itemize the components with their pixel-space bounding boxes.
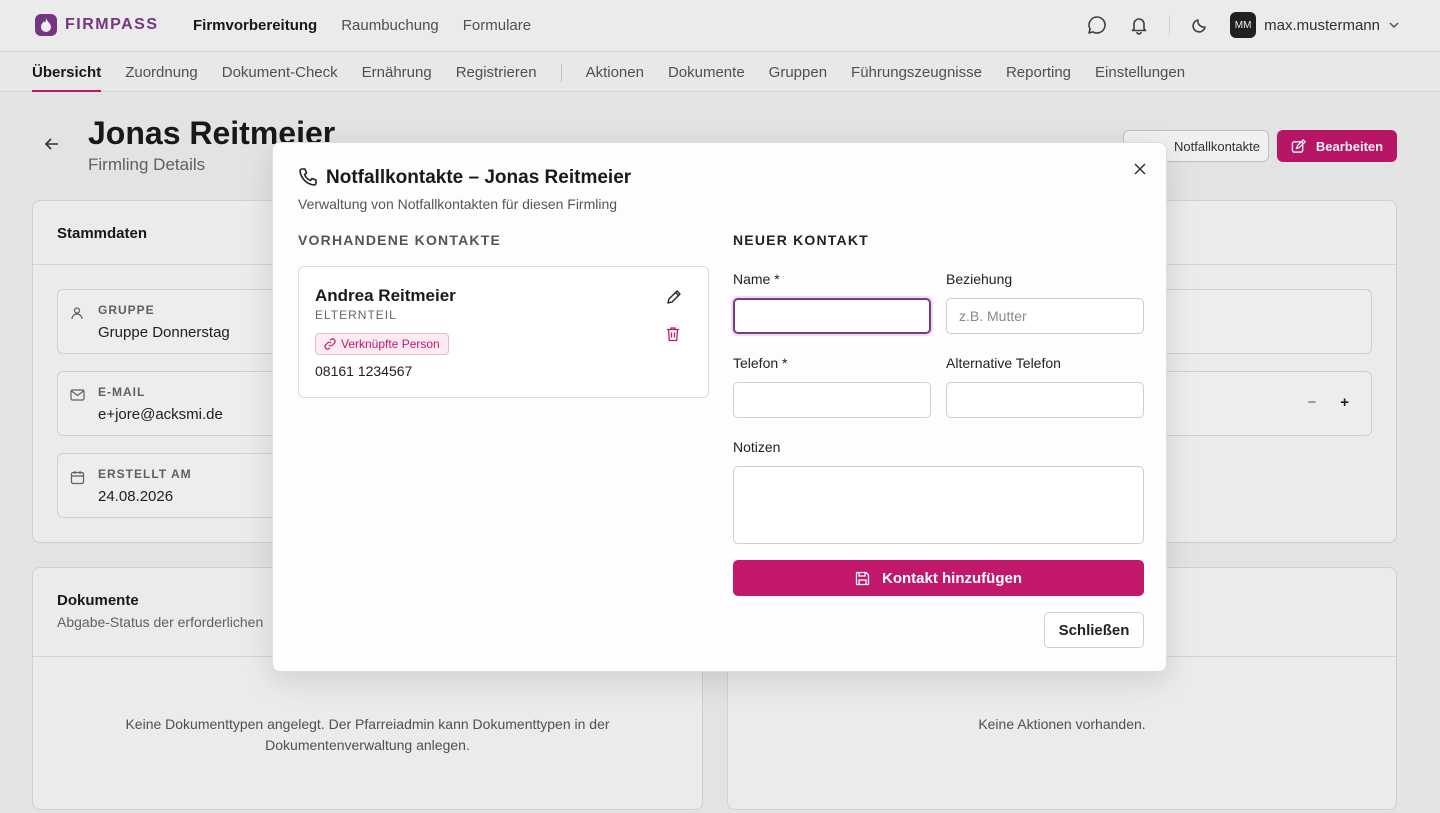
add-contact-button[interactable]: Kontakt hinzufügen [733, 560, 1144, 596]
new-contact-heading: NEUER KONTAKT [733, 232, 869, 248]
add-contact-label: Kontakt hinzufügen [882, 569, 1022, 587]
phone-label: Telefon * [733, 355, 788, 371]
save-icon [855, 571, 870, 585]
badge-label: Verknüpfte Person [341, 337, 440, 351]
linked-person-badge: Verknüpfte Person [315, 333, 449, 355]
notes-textarea[interactable] [733, 466, 1144, 544]
contact-relation: ELTERNTEIL [315, 308, 397, 322]
contact-card: Andrea Reitmeier ELTERNTEIL Verknüpfte P… [298, 266, 709, 398]
dialog-subtitle: Verwaltung von Notfallkontakten für dies… [298, 196, 618, 212]
pencil-icon[interactable] [666, 289, 682, 310]
link-icon [324, 338, 336, 350]
close-button[interactable]: Schließen [1044, 612, 1144, 648]
close-icon[interactable] [1130, 159, 1150, 179]
name-label: Name * [733, 271, 780, 287]
relation-input[interactable] [946, 298, 1144, 334]
contact-name: Andrea Reitmeier [315, 286, 456, 305]
notes-label: Notizen [733, 439, 781, 455]
phone-input[interactable] [733, 382, 931, 418]
existing-contacts-heading: VORHANDENE KONTAKTE [298, 232, 501, 248]
phone-icon [298, 167, 318, 192]
alt-phone-label: Alternative Telefon [946, 355, 1061, 371]
dialog-title: Notfallkontakte – Jonas Reitmeier [326, 167, 632, 188]
contact-phone: 08161 1234567 [315, 363, 413, 379]
emergency-contacts-dialog: Notfallkontakte – Jonas Reitmeier Verwal… [272, 142, 1167, 672]
relation-label: Beziehung [946, 271, 1013, 287]
name-input[interactable] [733, 298, 931, 334]
alt-phone-input[interactable] [946, 382, 1144, 418]
trash-icon[interactable] [666, 326, 680, 347]
